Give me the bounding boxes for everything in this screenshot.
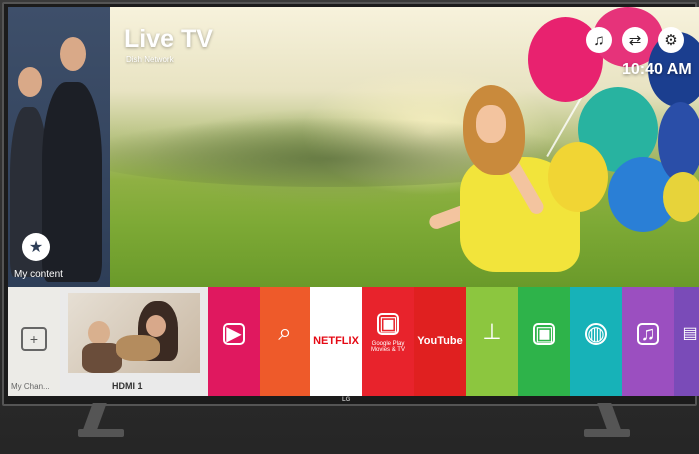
netflix-logo: NETFLIX bbox=[313, 335, 359, 347]
app-store-card[interactable]: ▶ bbox=[208, 287, 260, 396]
my-channels-label: My Chan... bbox=[11, 382, 50, 391]
settings-gear-icon[interactable]: ⚙ bbox=[658, 27, 684, 53]
person-head bbox=[18, 67, 42, 97]
live-tv-preview[interactable]: ★ My content Live TV Dish Network ♫ ⇄ ⚙ … bbox=[8, 7, 699, 287]
youtube-logo: YouTube bbox=[417, 335, 463, 347]
hdmi-input-card[interactable]: HDMI 1 bbox=[60, 287, 208, 396]
antenna-icon: ⊥ bbox=[482, 319, 502, 344]
hdmi-preview-image bbox=[68, 293, 200, 373]
app-store-icon: ▶ bbox=[223, 323, 245, 345]
internet-card[interactable]: ◍ bbox=[570, 287, 622, 396]
tv-plus-icon: + bbox=[21, 327, 47, 351]
live-tv-title: Live TV bbox=[124, 25, 213, 53]
my-content-label: My content bbox=[14, 269, 63, 280]
channel-provider: Dish Network bbox=[126, 55, 174, 64]
clock: 10:40 AM bbox=[622, 61, 692, 78]
globe-icon: ◍ bbox=[585, 323, 607, 345]
music-note-icon: ♫ bbox=[637, 323, 659, 345]
music-icon[interactable]: ♫ bbox=[586, 27, 612, 53]
google-play-movies-icon: ▣ bbox=[377, 313, 399, 335]
person-head bbox=[60, 37, 86, 71]
hdmi-label: HDMI 1 bbox=[112, 381, 143, 391]
live-tv-icon: ▣ bbox=[533, 323, 555, 345]
tv-stand-right bbox=[580, 403, 630, 443]
launcher-bar: + My Chan... HDMI 1 ▶ ⌕ NETFLIX ▣ Google… bbox=[8, 287, 699, 396]
girl-face bbox=[476, 105, 506, 143]
lg-logo: LG bbox=[342, 397, 351, 403]
person bbox=[42, 82, 102, 282]
search-card[interactable]: ⌕ bbox=[260, 287, 310, 396]
live-tv-card[interactable]: ▣ bbox=[518, 287, 570, 396]
my-content-tile[interactable]: ★ My content bbox=[8, 7, 110, 287]
search-icon: ⌕ bbox=[278, 319, 292, 346]
balloon bbox=[548, 142, 608, 212]
netflix-card[interactable]: NETFLIX bbox=[310, 287, 362, 396]
google-play-movies-label: Google Play Movies & TV bbox=[371, 341, 405, 353]
balloon bbox=[658, 102, 699, 182]
my-channels-card[interactable]: + My Chan... bbox=[8, 287, 60, 396]
balloon bbox=[663, 172, 699, 222]
gallery-icon: ▤ bbox=[682, 325, 698, 342]
music-app-card[interactable]: ♫ bbox=[622, 287, 674, 396]
gallery-card[interactable]: ▤ bbox=[674, 287, 699, 396]
google-play-movies-card[interactable]: ▣ Google Play Movies & TV bbox=[362, 287, 414, 396]
my-content-star-icon: ★ bbox=[22, 233, 50, 261]
youtube-card[interactable]: YouTube bbox=[414, 287, 466, 396]
tv-screen: ★ My content Live TV Dish Network ♫ ⇄ ⚙ … bbox=[8, 7, 699, 396]
input-icon[interactable]: ⇄ bbox=[622, 27, 648, 53]
tv-stand-left bbox=[78, 403, 128, 443]
antenna-card[interactable]: ⊥ bbox=[466, 287, 518, 396]
